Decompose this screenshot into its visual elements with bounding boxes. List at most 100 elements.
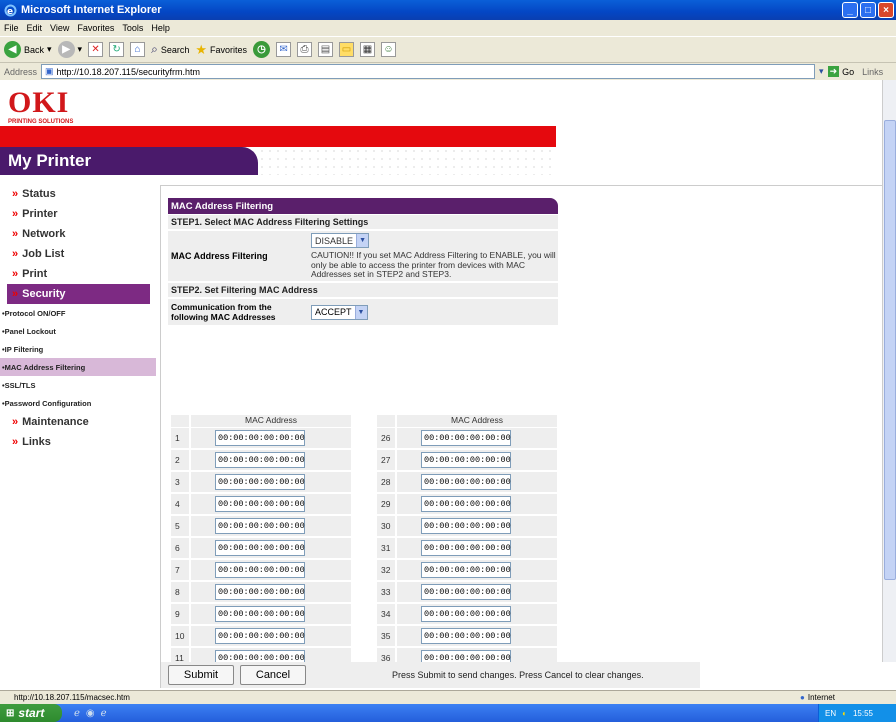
subnav-mac-address-filtering[interactable]: •MAC Address Filtering bbox=[0, 358, 156, 376]
edit-icon[interactable]: ▤ bbox=[318, 42, 334, 57]
mac-address-input[interactable]: 00:00:00:00:00:00 bbox=[421, 540, 511, 557]
mac-address-input[interactable]: 00:00:00:00:00:00 bbox=[215, 518, 305, 535]
mac-address-input[interactable]: 00:00:00:00:00:00 bbox=[421, 474, 511, 491]
mac-address-input[interactable]: 00:00:00:00:00:00 bbox=[421, 518, 511, 535]
mac-address-input[interactable]: 00:00:00:00:00:00 bbox=[215, 452, 305, 469]
minimize-button[interactable]: _ bbox=[842, 2, 858, 18]
mail-icon[interactable]: ✉ bbox=[276, 42, 292, 57]
mac-address-input[interactable]: 00:00:00:00:00:00 bbox=[215, 474, 305, 491]
network-icon[interactable]: ◐ bbox=[842, 709, 847, 718]
subnav-ip-filtering[interactable]: •IP Filtering bbox=[0, 340, 156, 358]
logo-subtext: PRINTING SOLUTIONS bbox=[8, 119, 74, 125]
mac-table-row: 9 00:00:00:00:00:00 bbox=[171, 604, 351, 626]
menu-help[interactable]: Help bbox=[151, 23, 170, 33]
cancel-button[interactable]: Cancel bbox=[240, 665, 306, 685]
folder-icon[interactable]: ▭ bbox=[339, 42, 355, 57]
go-button[interactable]: ➜ Go bbox=[827, 66, 854, 77]
page-viewport: OKI PRINTING SOLUTIONS My Printer » Statu… bbox=[0, 80, 882, 662]
comm-select[interactable]: ACCEPT ▼ bbox=[311, 304, 368, 320]
mac-address-input[interactable]: 00:00:00:00:00:00 bbox=[421, 430, 511, 447]
mac-table-row: 11 00:00:00:00:00:00 bbox=[171, 648, 351, 662]
mac-address-input[interactable]: 00:00:00:00:00:00 bbox=[215, 650, 305, 662]
menu-favorites[interactable]: Favorites bbox=[77, 23, 114, 33]
home-icon[interactable]: ⌂ bbox=[130, 42, 146, 57]
language-indicator[interactable]: EN bbox=[825, 709, 836, 718]
star-icon: ★ bbox=[195, 41, 207, 57]
back-button[interactable]: ◀ Back ▾ bbox=[4, 41, 52, 58]
forward-button[interactable]: ▶ ▾ bbox=[57, 41, 82, 58]
subnav-panel-lockout[interactable]: •Panel Lockout bbox=[0, 322, 156, 340]
nav-status[interactable]: » Status bbox=[0, 184, 156, 204]
mac-address-input[interactable]: 00:00:00:00:00:00 bbox=[421, 606, 511, 623]
print-icon[interactable]: ⎙ bbox=[297, 42, 313, 57]
messenger-icon[interactable]: ☺ bbox=[381, 42, 397, 57]
row-number: 3 bbox=[171, 472, 189, 493]
history-icon[interactable]: ◷ bbox=[253, 41, 271, 58]
mac-address-input[interactable]: 00:00:00:00:00:00 bbox=[215, 562, 305, 579]
mac-address-input[interactable]: 00:00:00:00:00:00 bbox=[421, 628, 511, 645]
nav-links[interactable]: » Links bbox=[0, 432, 156, 452]
mac-address-input[interactable]: 00:00:00:00:00:00 bbox=[421, 496, 511, 513]
nav-maintenance[interactable]: » Maintenance bbox=[0, 412, 156, 432]
back-arrow-icon: ◀ bbox=[4, 41, 21, 58]
links-label[interactable]: Links bbox=[862, 67, 883, 77]
row-number: 35 bbox=[377, 626, 395, 647]
window-titlebar: e Microsoft Internet Explorer _ □ × bbox=[0, 0, 896, 20]
mac-address-input[interactable]: 00:00:00:00:00:00 bbox=[215, 606, 305, 623]
submit-button[interactable]: Submit bbox=[168, 665, 234, 685]
nav-label: Network bbox=[22, 228, 66, 240]
vertical-scrollbar[interactable] bbox=[882, 80, 896, 662]
maximize-button[interactable]: □ bbox=[860, 2, 876, 18]
nav-label: Status bbox=[22, 188, 56, 200]
mac-table-row: 1 00:00:00:00:00:00 bbox=[171, 428, 351, 450]
mac-address-input[interactable]: 00:00:00:00:00:00 bbox=[421, 452, 511, 469]
refresh-icon[interactable]: ↻ bbox=[109, 42, 125, 57]
mac-cell: 00:00:00:00:00:00 bbox=[397, 428, 557, 449]
subnav-password-configuration[interactable]: •Password Configuration bbox=[0, 394, 156, 412]
menu-tools[interactable]: Tools bbox=[122, 23, 143, 33]
mac-address-input[interactable]: 00:00:00:00:00:00 bbox=[215, 430, 305, 447]
quicklaunch-ie-icon[interactable]: ℯ bbox=[74, 708, 80, 719]
quicklaunch-media-icon[interactable]: ◉ bbox=[86, 708, 95, 719]
status-bar: http://10.18.207.115/macsec.htm ● Intern… bbox=[0, 690, 896, 704]
mac-address-input[interactable]: 00:00:00:00:00:00 bbox=[215, 628, 305, 645]
start-button[interactable]: ⊞ start bbox=[0, 704, 62, 722]
row-number: 10 bbox=[171, 626, 189, 647]
nav-print[interactable]: » Print bbox=[0, 264, 156, 284]
address-input[interactable]: ▣ http://10.18.207.115/securityfrm.htm bbox=[41, 64, 816, 79]
mac-filter-select[interactable]: DISABLE ▼ bbox=[311, 233, 370, 248]
mac-table-row: 5 00:00:00:00:00:00 bbox=[171, 516, 351, 538]
mac-cell: 00:00:00:00:00:00 bbox=[397, 626, 557, 647]
mac-address-input[interactable]: 00:00:00:00:00:00 bbox=[215, 540, 305, 557]
nav-security[interactable]: » Security bbox=[7, 284, 150, 304]
nav-network[interactable]: » Network bbox=[0, 224, 156, 244]
subnav-ssl-tls[interactable]: •SSL/TLS bbox=[0, 376, 156, 394]
mac-address-input[interactable]: 00:00:00:00:00:00 bbox=[421, 562, 511, 579]
address-dropdown-icon[interactable]: ▾ bbox=[819, 66, 824, 77]
menu-edit[interactable]: Edit bbox=[27, 23, 43, 33]
favorites-button[interactable]: ★ Favorites bbox=[195, 42, 247, 58]
menu-file[interactable]: File bbox=[4, 23, 19, 33]
research-icon[interactable]: ▦ bbox=[360, 42, 376, 57]
row-number: 11 bbox=[171, 648, 189, 662]
mac-address-input[interactable]: 00:00:00:00:00:00 bbox=[421, 650, 511, 662]
nav-job-list[interactable]: » Job List bbox=[0, 244, 156, 264]
search-button[interactable]: ⌕ Search bbox=[151, 42, 189, 57]
scrollbar-thumb[interactable] bbox=[884, 120, 896, 580]
mac-cell: 00:00:00:00:00:00 bbox=[397, 604, 557, 625]
stop-icon[interactable]: ✕ bbox=[88, 42, 104, 57]
mac-address-input[interactable]: 00:00:00:00:00:00 bbox=[421, 584, 511, 601]
mac-address-input[interactable]: 00:00:00:00:00:00 bbox=[215, 584, 305, 601]
double-chevron-icon: » bbox=[12, 268, 19, 280]
nav-printer[interactable]: » Printer bbox=[0, 204, 156, 224]
menu-view[interactable]: View bbox=[50, 23, 69, 33]
mac-address-input[interactable]: 00:00:00:00:00:00 bbox=[215, 496, 305, 513]
quicklaunch-browser-icon[interactable]: ℯ bbox=[101, 708, 107, 719]
close-button[interactable]: × bbox=[878, 2, 894, 18]
nav-label: Print bbox=[22, 268, 48, 280]
subnav-protocol-onoff[interactable]: •Protocol ON/OFF bbox=[0, 304, 156, 322]
system-tray: EN ◐ 15:55 bbox=[818, 704, 896, 722]
row-number: 36 bbox=[377, 648, 395, 662]
mac-filter-row: MAC Address Filtering DISABLE ▼ CAUTION!… bbox=[168, 231, 558, 281]
oki-logo: OKI PRINTING SOLUTIONS bbox=[8, 88, 88, 132]
